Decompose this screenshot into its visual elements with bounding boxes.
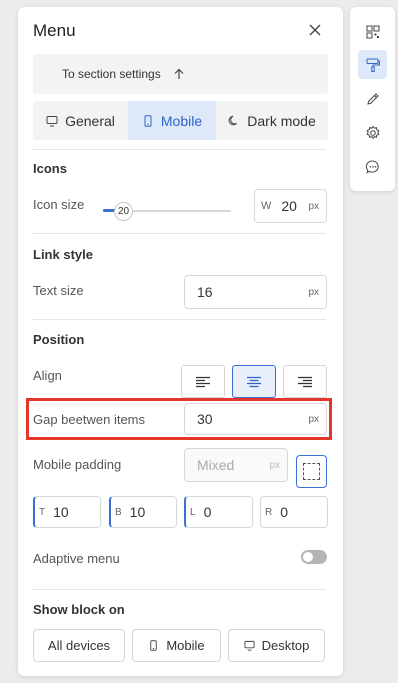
mobile-padding-unit: px: [269, 459, 280, 471]
section-link-label: To section settings: [62, 67, 161, 81]
show-desktop-button[interactable]: Desktop: [228, 629, 325, 662]
padding-right-value: 0: [280, 504, 289, 520]
mobile-padding-field[interactable]: Mixed px: [184, 448, 288, 482]
align-label: Align: [33, 368, 62, 383]
padding-right-label: R: [265, 506, 273, 518]
tab-general[interactable]: General: [33, 101, 128, 140]
icon-width-field[interactable]: W 20 px: [254, 189, 327, 223]
side-toolbar: [350, 7, 395, 191]
mobile-icon: [144, 114, 152, 127]
tab-mobile-label: Mobile: [160, 112, 203, 129]
sidebar-item-qr[interactable]: [358, 17, 387, 46]
arrow-up-icon: [174, 68, 184, 79]
mobile-padding-label: Mobile padding: [33, 457, 122, 472]
align-left-icon: [196, 376, 210, 387]
device-tabs: General Mobile Dark mode: [33, 101, 328, 140]
to-section-settings-link[interactable]: To section settings: [33, 54, 328, 94]
text-size-field[interactable]: 16 px: [184, 275, 327, 309]
chat-icon: [365, 159, 379, 174]
sidebar-item-edit[interactable]: [358, 84, 387, 113]
padding-bottom-label: B: [115, 506, 122, 518]
moon-icon: [228, 115, 238, 125]
align-center-icon: [247, 376, 261, 387]
width-prefix: W: [261, 200, 272, 212]
toggle-knob: [303, 552, 313, 562]
gear-icon: [365, 125, 380, 139]
divider: [33, 589, 326, 590]
link-style-heading: Link style: [33, 247, 93, 262]
gap-unit: px: [308, 413, 319, 425]
tab-dark-mode[interactable]: Dark mode: [216, 101, 328, 140]
icon-size-label: Icon size: [33, 197, 85, 212]
sidebar-item-comments[interactable]: [358, 152, 387, 181]
padding-mode-toggle[interactable]: [296, 455, 327, 488]
show-block-heading: Show block on: [33, 602, 125, 617]
text-size-value: 16: [197, 284, 213, 300]
monitor-icon: [46, 115, 58, 126]
adaptive-menu-label: Adaptive menu: [33, 551, 120, 566]
padding-left-field[interactable]: L 0: [184, 496, 253, 528]
icon-size-slider[interactable]: 20: [103, 202, 231, 221]
divider: [33, 149, 326, 150]
padding-bottom-value: 10: [129, 504, 146, 520]
gap-value: 30: [197, 411, 213, 427]
padding-left-value: 0: [203, 504, 212, 520]
paint-roller-icon: [366, 58, 380, 72]
text-size-label: Text size: [33, 283, 84, 298]
position-heading: Position: [33, 332, 85, 347]
show-mobile-button[interactable]: Mobile: [132, 629, 221, 662]
divider: [33, 233, 326, 234]
divider: [33, 319, 326, 320]
gap-field[interactable]: 30 px: [184, 403, 327, 435]
padding-top-value: 10: [53, 504, 69, 520]
padding-right-field[interactable]: R 0: [260, 496, 328, 528]
padding-bottom-field[interactable]: B 10: [109, 496, 177, 528]
panel-title: Menu: [33, 21, 76, 40]
align-center-button[interactable]: [232, 365, 276, 398]
sidebar-item-settings[interactable]: [358, 118, 387, 147]
mobile-option-label: Mobile: [166, 638, 205, 653]
padding-top-label: T: [39, 506, 46, 518]
icon-width-unit: px: [308, 200, 319, 212]
sidebar-item-style[interactable]: [358, 50, 387, 79]
qr-code-icon: [366, 25, 379, 38]
monitor-icon: [244, 640, 255, 651]
mobile-padding-placeholder: Mixed: [197, 457, 235, 473]
show-all-devices-button[interactable]: All devices: [33, 629, 125, 662]
settings-panel: Menu To section settings General Mobile …: [18, 7, 343, 676]
text-size-unit: px: [308, 286, 319, 298]
mobile-icon: [150, 640, 158, 651]
align-right-button[interactable]: [283, 365, 327, 398]
tab-general-label: General: [65, 112, 115, 129]
align-right-icon: [298, 376, 312, 387]
icon-width-value: 20: [281, 198, 297, 214]
gap-label: Gap beetwen items: [33, 412, 146, 427]
close-icon[interactable]: [307, 22, 323, 38]
padding-left-label: L: [190, 506, 196, 518]
pencil-icon: [366, 92, 379, 105]
tab-dark-mode-label: Dark mode: [247, 112, 316, 129]
adaptive-menu-toggle[interactable]: [301, 550, 327, 564]
align-left-button[interactable]: [181, 365, 225, 398]
icons-heading: Icons: [33, 161, 67, 176]
slider-knob[interactable]: 20: [114, 202, 133, 221]
desktop-option-label: Desktop: [261, 638, 310, 653]
dashed-square-icon: [303, 463, 320, 480]
tab-mobile[interactable]: Mobile: [128, 101, 216, 140]
padding-top-field[interactable]: T 10: [33, 496, 101, 528]
all-devices-label: All devices: [47, 638, 111, 653]
